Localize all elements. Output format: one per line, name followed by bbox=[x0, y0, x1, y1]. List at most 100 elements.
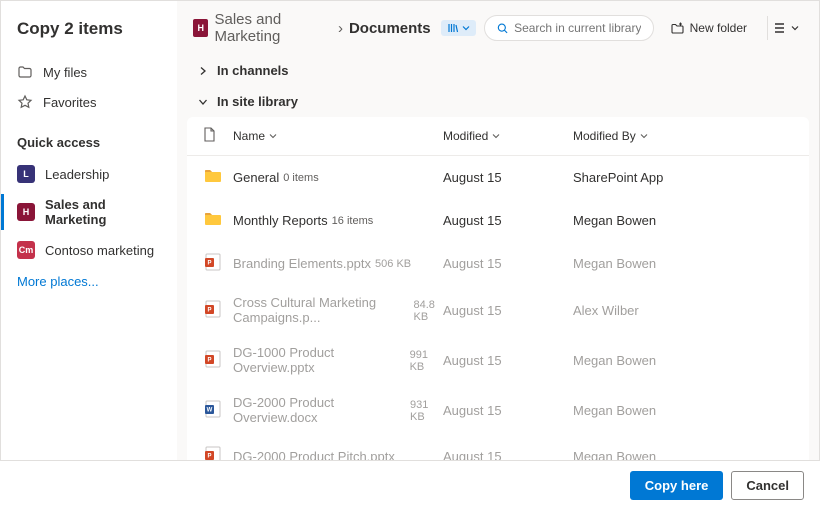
item-name-cell: General 0 items bbox=[233, 170, 443, 185]
chevron-down-icon bbox=[197, 96, 209, 108]
item-name: DG-1000 Product Overview.pptx bbox=[233, 345, 406, 375]
dialog-title: Copy 2 items bbox=[1, 19, 177, 57]
nav-my-files[interactable]: My files bbox=[1, 57, 177, 87]
main-panel: H Sales and Marketing › Documents New fo… bbox=[177, 1, 819, 509]
breadcrumb-site[interactable]: Sales and Marketing bbox=[214, 11, 331, 45]
topbar: H Sales and Marketing › Documents New fo… bbox=[177, 1, 819, 55]
library-icon bbox=[447, 22, 459, 34]
sidebar-item-label: Sales and Marketing bbox=[45, 197, 161, 227]
sidebar-item-contoso-marketing[interactable]: Cm Contoso marketing bbox=[1, 234, 177, 266]
item-modified: August 15 bbox=[443, 170, 573, 185]
column-modifiedby-header[interactable]: Modified By bbox=[573, 129, 793, 143]
new-folder-icon bbox=[670, 21, 685, 36]
file-table: Name Modified Modified By General 0 item… bbox=[187, 117, 809, 509]
pptx-icon: P bbox=[203, 299, 233, 322]
item-name-cell: Monthly Reports 16 items bbox=[233, 213, 443, 228]
item-modified: August 15 bbox=[443, 213, 573, 228]
nav-label: Favorites bbox=[43, 95, 96, 110]
new-folder-label: New folder bbox=[690, 21, 747, 35]
list-icon bbox=[772, 21, 786, 35]
svg-text:P: P bbox=[207, 357, 211, 363]
quick-access-header: Quick access bbox=[1, 117, 177, 158]
search-icon bbox=[497, 22, 508, 35]
folder-icon bbox=[203, 166, 233, 189]
item-modified: August 15 bbox=[443, 303, 573, 318]
more-places-link[interactable]: More places... bbox=[1, 266, 177, 297]
sidebar-item-label: Contoso marketing bbox=[45, 243, 154, 258]
item-modified-by: Megan Bowen bbox=[573, 213, 793, 228]
column-type-icon bbox=[203, 127, 233, 145]
table-row[interactable]: General 0 items August 15 SharePoint App bbox=[187, 156, 809, 199]
item-subtitle: 16 items bbox=[332, 215, 374, 227]
sidebar-item-leadership[interactable]: L Leadership bbox=[1, 158, 177, 190]
pptx-icon: P bbox=[203, 349, 233, 372]
item-name-cell: Branding Elements.pptx 506 KB bbox=[233, 256, 443, 271]
site-badge-icon: H bbox=[17, 203, 35, 221]
item-modified-by: SharePoint App bbox=[573, 170, 793, 185]
item-modified: August 15 bbox=[443, 353, 573, 368]
svg-text:P: P bbox=[207, 454, 211, 460]
chevron-down-icon bbox=[462, 24, 470, 32]
chevron-right-icon bbox=[197, 65, 209, 77]
item-name: Branding Elements.pptx bbox=[233, 256, 371, 271]
folder-icon bbox=[203, 209, 233, 232]
section-channels[interactable]: In channels bbox=[177, 55, 819, 86]
site-icon: H bbox=[193, 19, 208, 37]
svg-text:W: W bbox=[207, 407, 213, 413]
item-subtitle: 84.8 KB bbox=[413, 299, 443, 323]
item-modified-by: Alex Wilber bbox=[573, 303, 793, 318]
section-library[interactable]: In site library bbox=[177, 86, 819, 117]
section-label: In site library bbox=[217, 94, 298, 109]
docx-icon: W bbox=[203, 399, 233, 422]
sidebar-item-sales-and-marketing[interactable]: H Sales and Marketing bbox=[1, 190, 177, 234]
site-badge-icon: Cm bbox=[17, 241, 35, 259]
item-name: DG-2000 Product Overview.docx bbox=[233, 395, 406, 425]
column-name-header[interactable]: Name bbox=[233, 129, 443, 143]
table-row: P DG-1000 Product Overview.pptx 991 KB A… bbox=[187, 335, 809, 385]
view-options-button[interactable] bbox=[767, 16, 803, 40]
chevron-down-icon bbox=[492, 132, 500, 140]
item-name-cell: Cross Cultural Marketing Campaigns.p... … bbox=[233, 295, 443, 325]
item-name: Cross Cultural Marketing Campaigns.p... bbox=[233, 295, 409, 325]
nav-label: My files bbox=[43, 65, 87, 80]
breadcrumb: H Sales and Marketing › Documents bbox=[193, 11, 476, 45]
item-subtitle: 991 KB bbox=[410, 349, 443, 373]
svg-text:P: P bbox=[207, 261, 211, 267]
item-name-cell: DG-1000 Product Overview.pptx 991 KB bbox=[233, 345, 443, 375]
item-modified-by: Megan Bowen bbox=[573, 256, 793, 271]
table-row: P Branding Elements.pptx 506 KB August 1… bbox=[187, 242, 809, 285]
column-modified-header[interactable]: Modified bbox=[443, 129, 573, 143]
sidebar-item-label: Leadership bbox=[45, 167, 109, 182]
item-modified-by: Megan Bowen bbox=[573, 403, 793, 418]
item-name: Monthly Reports bbox=[233, 213, 328, 228]
table-row: P Cross Cultural Marketing Campaigns.p..… bbox=[187, 285, 809, 335]
section-label: In channels bbox=[217, 63, 289, 78]
nav-favorites[interactable]: Favorites bbox=[1, 87, 177, 117]
cancel-button[interactable]: Cancel bbox=[731, 471, 804, 500]
table-row[interactable]: Monthly Reports 16 items August 15 Megan… bbox=[187, 199, 809, 242]
new-folder-button[interactable]: New folder bbox=[662, 16, 755, 41]
item-subtitle: 931 KB bbox=[410, 399, 443, 423]
item-name: General bbox=[233, 170, 279, 185]
item-subtitle: 506 KB bbox=[375, 258, 411, 270]
item-modified: August 15 bbox=[443, 403, 573, 418]
search-input[interactable] bbox=[514, 21, 641, 35]
copy-here-button[interactable]: Copy here bbox=[630, 471, 724, 500]
svg-text:P: P bbox=[207, 307, 211, 313]
chevron-down-icon bbox=[269, 132, 277, 140]
chevron-down-icon bbox=[791, 24, 799, 32]
table-row: W DG-2000 Product Overview.docx 931 KB A… bbox=[187, 385, 809, 435]
item-modified-by: Megan Bowen bbox=[573, 353, 793, 368]
item-modified: August 15 bbox=[443, 256, 573, 271]
pptx-icon: P bbox=[203, 252, 233, 275]
chevron-right-icon: › bbox=[338, 20, 343, 37]
site-badge-icon: L bbox=[17, 165, 35, 183]
item-name-cell: DG-2000 Product Overview.docx 931 KB bbox=[233, 395, 443, 425]
sidebar: Copy 2 items My files Favorites Quick ac… bbox=[1, 1, 177, 509]
item-subtitle: 0 items bbox=[283, 172, 318, 184]
breadcrumb-current: Documents bbox=[349, 20, 431, 37]
star-icon bbox=[17, 94, 33, 110]
view-selector[interactable] bbox=[441, 20, 476, 36]
table-header: Name Modified Modified By bbox=[187, 117, 809, 156]
search-input-wrapper[interactable] bbox=[484, 15, 654, 41]
